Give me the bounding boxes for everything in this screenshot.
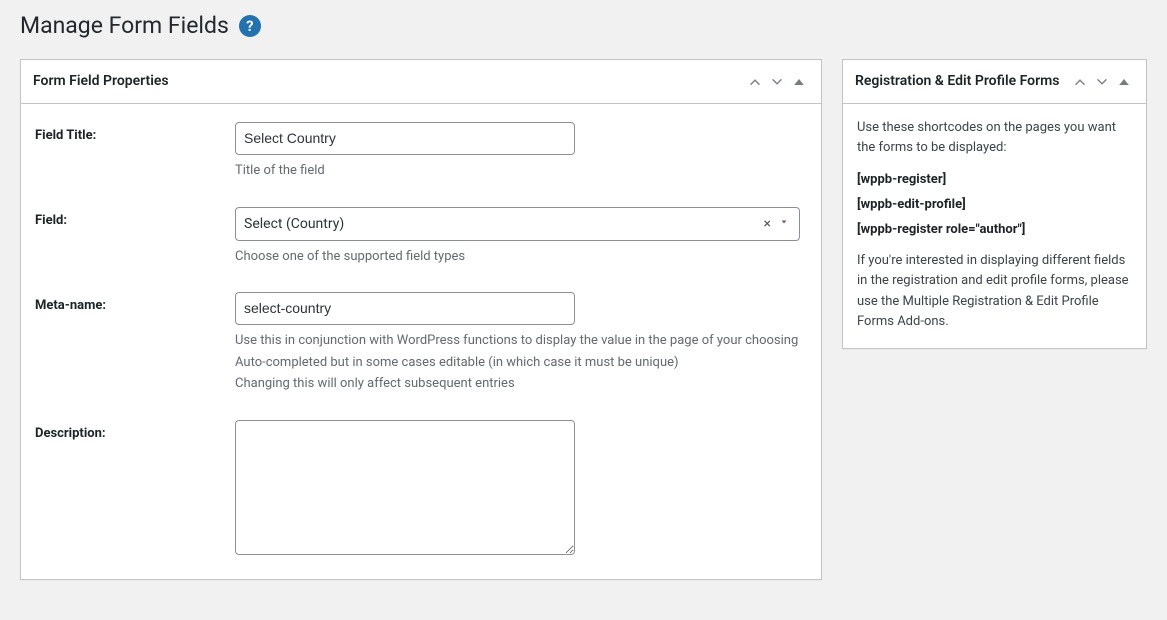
meta-name-input[interactable] [235, 292, 575, 325]
main-box-actions [745, 71, 809, 93]
row-description: Description: [35, 420, 807, 559]
shortcode-list: [wppb-register] [wppb-edit-profile] [wpp… [857, 172, 1132, 237]
chevron-up-icon [748, 75, 762, 89]
triangle-up-icon [793, 76, 805, 88]
shortcode-item: [wppb-register role="author"] [857, 222, 1132, 237]
triangle-up-icon [1118, 76, 1130, 88]
registration-forms-box: Registration & Edit Profile Forms Use th… [842, 59, 1147, 349]
side-toggle-button[interactable] [1114, 71, 1134, 93]
main-box-header: Form Field Properties [21, 60, 821, 104]
meta-name-helper-3: Changing this will only affect subsequen… [235, 374, 807, 394]
side-move-up-button[interactable] [1070, 71, 1090, 93]
chevron-down-icon [1095, 75, 1109, 89]
main-box-title: Form Field Properties [33, 66, 169, 98]
triangle-down-icon [779, 217, 789, 227]
meta-name-helper-1: Use this in conjunction with WordPress f… [235, 331, 807, 351]
meta-name-helper-2: Auto-completed but in some cases editabl… [235, 353, 807, 373]
row-field-title: Field Title: Title of the field [35, 122, 807, 181]
chevron-up-icon [1073, 75, 1087, 89]
field-title-input[interactable] [235, 122, 575, 155]
move-down-button[interactable] [767, 71, 787, 93]
shortcode-item: [wppb-edit-profile] [857, 197, 1132, 212]
side-box-actions [1070, 71, 1134, 93]
field-type-select[interactable]: Select (Country) × [235, 207, 800, 241]
toggle-button[interactable] [789, 71, 809, 93]
field-type-value: Select (Country) [244, 216, 758, 232]
label-field: Field: [35, 207, 235, 228]
field-helper: Choose one of the supported field types [235, 247, 807, 267]
field-type-clear[interactable]: × [758, 216, 777, 232]
description-textarea[interactable] [235, 420, 575, 555]
help-icon[interactable]: ? [239, 15, 261, 37]
side-intro-text: Use these shortcodes on the pages you wa… [857, 118, 1132, 158]
label-field-title: Field Title: [35, 122, 235, 143]
side-outro-text: If you're interested in displaying diffe… [857, 251, 1132, 332]
field-title-helper: Title of the field [235, 161, 807, 181]
chevron-down-icon [770, 75, 784, 89]
side-box-header: Registration & Edit Profile Forms [843, 60, 1146, 104]
form-field-properties-box: Form Field Properties Field Title [20, 59, 822, 580]
page-title-text: Manage Form Fields [20, 12, 229, 39]
label-meta-name: Meta-name: [35, 292, 235, 313]
field-type-dropdown-arrow[interactable] [777, 216, 791, 231]
side-move-down-button[interactable] [1092, 71, 1112, 93]
label-description: Description: [35, 420, 235, 441]
row-meta-name: Meta-name: Use this in conjunction with … [35, 292, 807, 394]
row-field: Field: Select (Country) × Choose one of … [35, 207, 807, 267]
page-title: Manage Form Fields ? [20, 0, 1147, 59]
move-up-button[interactable] [745, 71, 765, 93]
shortcode-item: [wppb-register] [857, 172, 1132, 187]
side-box-title: Registration & Edit Profile Forms [855, 66, 1059, 98]
